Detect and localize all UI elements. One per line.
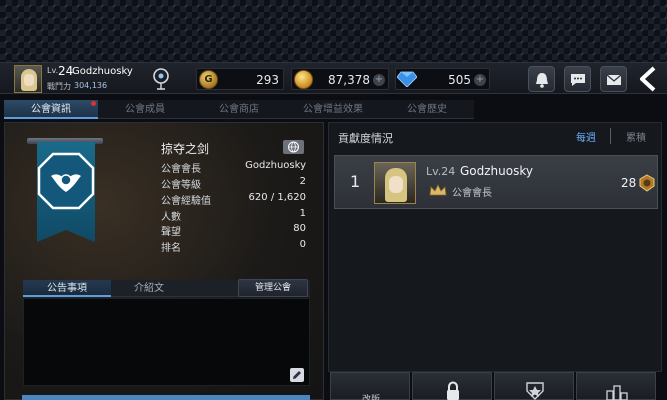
coins-value: 87,378: [328, 73, 370, 87]
tab-guild-history[interactable]: 公會歷史: [380, 100, 474, 119]
guild-name: 掠夺之剑: [161, 142, 210, 156]
tab-guild-buffs[interactable]: 公會增益效果: [286, 100, 380, 119]
guild-leader-value: Godzhuosky: [245, 160, 306, 171]
coins-currency: 87,378 +: [291, 68, 389, 90]
member-avatar: [374, 162, 416, 204]
lock-icon: [447, 381, 459, 400]
globe-button[interactable]: [283, 140, 304, 154]
guild-tab-bar: 公會資訊 公會成員 公會商店 公會增益效果 公會歷史: [4, 100, 474, 119]
guild-emblem-icon: [37, 152, 95, 210]
rank-value: 0: [299, 239, 306, 250]
manage-guild-button[interactable]: 管理公會: [238, 279, 308, 297]
guild-exp-value: 620 / 1,620: [248, 192, 306, 203]
contribution-badge-icon: [639, 174, 655, 192]
add-gems-button[interactable]: +: [474, 74, 486, 86]
member-level: Lv.24: [426, 165, 456, 178]
edit-notice-button[interactable]: [290, 368, 304, 382]
contribution-title: 貢獻度情況: [338, 132, 393, 145]
compass-icon[interactable]: [152, 67, 170, 91]
tab-guild-info[interactable]: 公會資訊: [4, 100, 98, 119]
mail-icon: [606, 74, 622, 85]
guild-level-label: 公會等級: [161, 180, 201, 191]
tab-introduction[interactable]: 介紹文: [105, 280, 193, 297]
contribution-score: 28: [621, 176, 637, 190]
globe-icon: [288, 141, 299, 153]
coins-icon: [294, 70, 313, 89]
player-level-prefix: Lv.: [47, 66, 59, 75]
player-avatar[interactable]: [14, 65, 42, 93]
locked-button[interactable]: [412, 372, 492, 400]
filter-weekly[interactable]: 每週: [576, 129, 596, 144]
member-role: 公會會長: [452, 188, 492, 199]
gems-currency: 505 +: [395, 68, 490, 90]
member-count-value: 1: [299, 208, 306, 219]
guild-leader-label: 公會會長: [161, 164, 201, 175]
filter-cumulative[interactable]: 累積: [626, 129, 646, 144]
top-hud: Lv. 24 Godzhuosky 戰鬥力 304,136 G 293 87,3…: [0, 62, 667, 94]
leader-crown-icon: [429, 184, 447, 196]
reputation-label: 聲望: [161, 227, 181, 238]
emblem-icon: [526, 382, 544, 400]
tab-notice[interactable]: 公告事項: [23, 280, 111, 297]
notification-button[interactable]: [528, 66, 555, 92]
ranking-button[interactable]: [576, 372, 656, 400]
guild-war-button[interactable]: [494, 372, 574, 400]
tab-guild-shop[interactable]: 公會商店: [192, 100, 286, 119]
player-name: Godzhuosky: [72, 66, 133, 77]
notification-dot: [91, 101, 96, 106]
power-value: 304,136: [74, 81, 108, 90]
member-name: Godzhuosky: [460, 164, 533, 178]
gold-currency: G 293: [196, 68, 284, 90]
back-arrow-icon: [640, 66, 656, 92]
reputation-value: 80: [293, 223, 306, 234]
rank-number: 1: [350, 172, 361, 191]
chat-button[interactable]: [564, 66, 591, 92]
gold-coin-icon: G: [199, 70, 218, 89]
action-button-strip[interactable]: [22, 395, 310, 400]
tab-guild-members[interactable]: 公會成員: [98, 100, 192, 119]
power-label: 戰鬥力: [47, 82, 71, 91]
player-level: 24: [58, 64, 74, 78]
guild-level-value: 2: [299, 176, 306, 187]
guild-exp-label: 公會經驗值: [161, 196, 211, 207]
rank-label: 排名: [161, 243, 181, 254]
ranking-icon: [606, 385, 628, 400]
member-count-label: 人數: [161, 212, 181, 223]
gold-value: 293: [256, 73, 279, 87]
renovate-button[interactable]: 改版: [330, 372, 410, 400]
notice-text-area: [23, 298, 310, 386]
add-coins-button[interactable]: +: [373, 74, 385, 86]
edit-icon: [293, 371, 301, 379]
back-button[interactable]: [632, 64, 664, 94]
gem-icon: [397, 71, 417, 87]
chat-icon: [571, 74, 585, 86]
background-pattern: [0, 0, 667, 62]
bell-icon: [536, 73, 548, 88]
filter-divider: [610, 128, 611, 144]
mail-button[interactable]: [600, 66, 627, 92]
gems-value: 505: [448, 73, 471, 87]
